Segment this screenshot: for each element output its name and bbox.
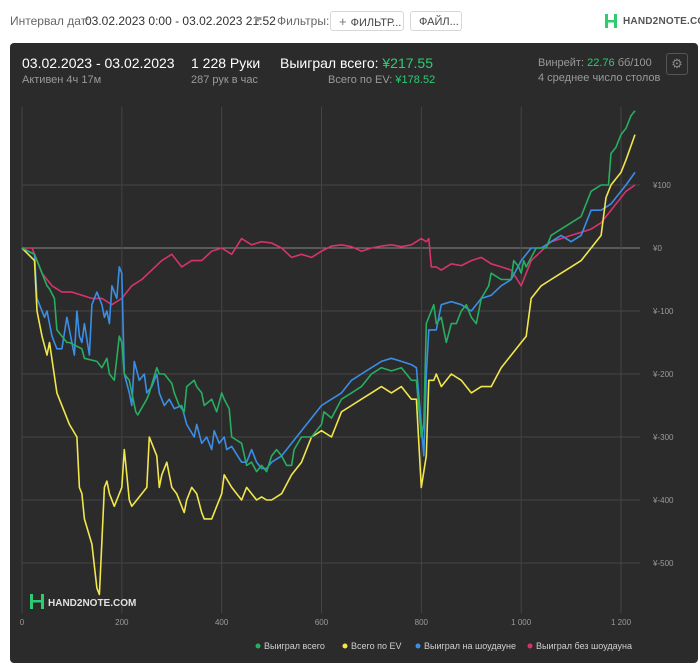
series-line-showdown — [21, 171, 636, 470]
y-tick-label: ¥-100 — [652, 307, 674, 316]
watermark-logo-icon-bar — [33, 600, 41, 603]
y-tick-label: ¥-500 — [652, 559, 674, 568]
chevron-down-icon[interactable] — [254, 17, 262, 22]
y-tick-label: ¥0 — [652, 244, 662, 253]
y-tick-label: ¥-400 — [652, 496, 674, 505]
legend-label-total: Выиграл всего — [264, 641, 325, 651]
chart-series — [21, 110, 636, 596]
x-tick-label: 400 — [215, 618, 229, 627]
legend-label-ev: Всего по EV — [351, 641, 401, 651]
legend-marker-non_showdown — [527, 643, 533, 649]
add-filter-label: ФИЛЬТР... — [350, 17, 402, 29]
legend-marker-showdown — [415, 643, 421, 649]
graph-panel: 03.02.2023 - 03.02.2023 Активен 4ч 17м 1… — [10, 43, 698, 663]
chart-legend: Выиграл всего Всего по EV Выиграл на шоуда… — [255, 641, 632, 651]
top-bar: Интервал дат: 03.02.2023 0:00 - 03.02.20… — [0, 0, 700, 40]
x-tick-label: 0 — [20, 618, 25, 627]
brand-logo: HAND2NOTE.COM — [604, 11, 700, 31]
x-tick-label: 1 200 — [611, 618, 632, 627]
watermark-logo-icon — [30, 594, 33, 609]
y-tick-label: ¥100 — [652, 181, 671, 190]
watermark-logo: HAND2NOTE.COM — [30, 594, 136, 609]
legend-marker-ev — [342, 643, 348, 649]
legend-marker-total — [255, 643, 261, 649]
x-tick-label: 200 — [115, 618, 129, 627]
brand-logo-text: HAND2NOTE.COM — [623, 15, 700, 27]
chart-grid — [21, 107, 640, 613]
date-range-label: Интервал дат: — [10, 14, 90, 28]
hand2note-logo-icon — [605, 14, 617, 28]
x-tick-label: 800 — [415, 618, 429, 627]
file-button-label: ФАЙЛ... — [419, 16, 459, 28]
file-button[interactable]: ФАЙЛ... — [410, 11, 462, 31]
bankroll-chart: ¥100 ¥0 ¥-100 ¥-200 ¥-300 ¥-400 ¥-500 0 200 400 60… — [20, 107, 674, 651]
plus-icon: + — [339, 14, 347, 29]
watermark-logo-icon-right — [41, 594, 44, 609]
series-line-ev — [21, 134, 636, 596]
y-tick-label: ¥-300 — [652, 433, 674, 442]
watermark-text: HAND2NOTE.COM — [48, 598, 136, 609]
filters-label: Фильтры: — [277, 14, 330, 28]
date-range-select[interactable]: 03.02.2023 0:00 - 03.02.2023 21:52 — [85, 14, 276, 28]
y-tick-label: ¥-200 — [652, 370, 674, 379]
x-tick-label: 1 000 — [511, 618, 532, 627]
legend-label-non_showdown: Выиграл без шоудауна — [536, 641, 632, 651]
add-filter-button[interactable]: + ФИЛЬТР... — [330, 11, 404, 31]
series-line-non_showdown — [22, 184, 636, 306]
x-tick-label: 600 — [315, 618, 329, 627]
legend-label-showdown: Выиграл на шоудауне — [424, 641, 516, 651]
